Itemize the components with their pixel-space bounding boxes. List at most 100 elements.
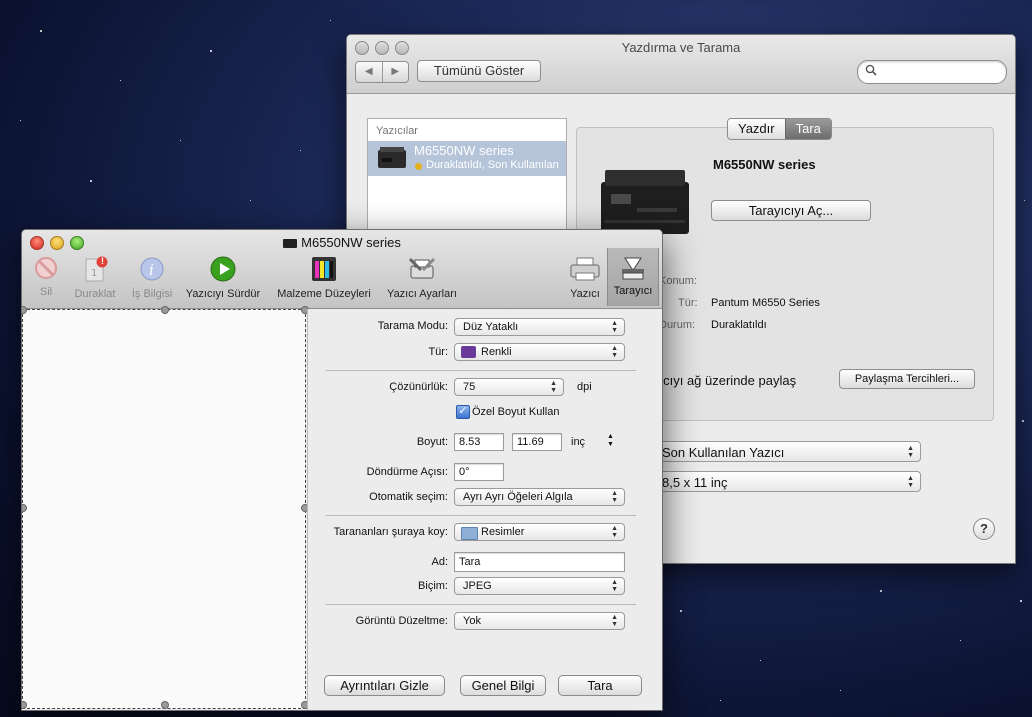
supply-levels-button[interactable]: Malzeme Düzeyleri <box>273 256 375 300</box>
updown-arrow-icon: ▲ ▼ <box>611 490 618 504</box>
custom-size-label[interactable]: Özel Boyut Kullan <box>472 406 559 418</box>
tab-print[interactable]: Yazdır <box>728 119 785 139</box>
job-info-label: İş Bilgisi <box>131 288 173 300</box>
updown-arrow-icon: ▲ ▼ <box>550 380 557 394</box>
crop-handle[interactable] <box>161 306 169 314</box>
resolution-label: Çözünürlük: <box>389 381 448 393</box>
share-printer-text[interactable]: yıcıyı ağ üzerinde paylaş <box>653 373 796 388</box>
printer-view-label: Yazıcı <box>570 288 600 300</box>
crop-handle[interactable] <box>22 701 27 709</box>
open-scanner-button[interactable]: Tarayıcıyı Aç... <box>711 200 871 221</box>
window-title: M6550NW series <box>301 235 401 250</box>
name-field[interactable]: Tara <box>454 552 625 572</box>
auto-select-label: Otomatik seçim: <box>369 491 448 503</box>
delete-label: Sil <box>39 286 53 298</box>
width-field[interactable]: 8.53 <box>454 433 504 451</box>
resolution-value: 75 <box>463 381 476 393</box>
info-icon: i <box>140 257 164 281</box>
scanner-name: M6550NW series <box>713 157 816 172</box>
scanner-view-label: Tarayıcı <box>613 285 653 297</box>
divider <box>326 604 636 605</box>
pause-badge: ! <box>101 256 104 266</box>
auto-select-value: Ayrı Ayrı Öğeleri Algıla <box>463 491 573 503</box>
nav-back-forward[interactable]: ◀ ▶ <box>355 61 409 83</box>
svg-text:1: 1 <box>91 268 97 279</box>
printer-status: Duraklatıldı, Son Kullanılan <box>426 159 559 171</box>
folder-icon <box>461 527 478 540</box>
resume-printer-button[interactable]: Yazıcıyı Sürdür <box>182 256 264 300</box>
resolution-unit: dpi <box>577 381 592 393</box>
scan-mode-label: Tarama Modu: <box>377 320 448 332</box>
play-icon <box>210 256 236 282</box>
status-dot <box>415 163 422 170</box>
updown-arrow-icon: ▲ ▼ <box>611 525 618 539</box>
scanner-view-button[interactable]: Tarayıcı <box>607 248 659 306</box>
printer-view-button[interactable]: Yazıcı <box>568 256 602 300</box>
size-unit: inç <box>571 436 586 448</box>
default-printer-popup[interactable]: Son Kullanılan Yazıcı ▲ ▼ <box>653 441 921 462</box>
auto-select-popup[interactable]: Ayrı Ayrı Öğeleri Algıla ▲ ▼ <box>454 488 625 506</box>
crop-handle[interactable] <box>22 504 27 512</box>
height-field[interactable]: 11.69 <box>512 433 562 451</box>
window-title: Yazdırma ve Tarama <box>621 40 741 55</box>
delete-button[interactable]: Sil <box>34 256 58 298</box>
scan-button[interactable]: Tara <box>558 675 642 696</box>
pause-label: Duraklat <box>74 288 116 300</box>
scan-preview-area[interactable] <box>22 306 309 709</box>
updown-arrow-icon: ▲ ▼ <box>611 614 618 628</box>
format-label: Biçim: <box>418 580 448 592</box>
hide-details-button[interactable]: Ayrıntıları Gizle <box>324 675 445 696</box>
printer-icon <box>378 147 406 168</box>
printer-image <box>601 170 689 234</box>
updown-arrow-icon: ▲ ▼ <box>611 345 618 359</box>
kind-popup[interactable]: Renkli ▲ ▼ <box>454 343 625 361</box>
help-button[interactable]: ? <box>973 518 995 540</box>
format-popup[interactable]: JPEG ▲ ▼ <box>454 577 625 595</box>
forward-arrow-icon[interactable]: ▶ <box>383 62 409 82</box>
location-label: Konum: <box>659 275 697 287</box>
destination-popup[interactable]: Resimler ▲ ▼ <box>454 523 625 541</box>
tab-scan[interactable]: Tara <box>784 119 831 139</box>
printer-list: Yazıcılar M6550NW series Duraklatıldı, S… <box>367 118 567 240</box>
ink-levels-icon <box>312 257 336 281</box>
job-info-button[interactable]: i İş Bilgisi <box>126 256 178 300</box>
updown-arrow-icon: ▲ ▼ <box>611 320 618 334</box>
destination-value: Resimler <box>481 526 525 538</box>
scan-mode-popup[interactable]: Düz Yataklı ▲ ▼ <box>454 318 625 336</box>
image-correction-label: Görüntü Düzeltme: <box>355 615 448 627</box>
image-correction-value: Yok <box>463 615 481 627</box>
format-value: JPEG <box>463 580 492 592</box>
divider <box>326 370 636 371</box>
paper-size-value: 8,5 x 11 inç <box>662 475 728 490</box>
size-unit-stepper-icon[interactable]: ▲ ▼ <box>607 433 614 449</box>
crop-handle[interactable] <box>161 701 169 709</box>
resolution-popup[interactable]: 75 ▲ ▼ <box>454 378 564 396</box>
status-label: Durum: <box>659 319 696 331</box>
back-arrow-icon[interactable]: ◀ <box>356 62 383 82</box>
rotation-field[interactable]: 0° <box>454 463 504 481</box>
printer-small-icon <box>283 239 298 249</box>
crop-handle[interactable] <box>22 306 27 314</box>
printer-settings-button[interactable]: Yazıcı Ayarları <box>383 256 461 300</box>
show-all-button[interactable]: Tümünü Göster <box>417 60 541 82</box>
size-label: Boyut: <box>416 436 448 448</box>
print-scan-tabs[interactable]: Yazdır Tara <box>727 118 832 140</box>
overview-button[interactable]: Genel Bilgi <box>460 675 546 696</box>
kind-label: Tür: <box>678 297 698 309</box>
updown-arrow-icon: ▲ ▼ <box>907 444 914 459</box>
pause-button[interactable]: 1 ! Duraklat <box>72 256 118 300</box>
sharing-preferences-button[interactable]: Paylaşma Tercihleri... <box>839 369 975 389</box>
rotation-label: Döndürme Açısı: <box>366 466 448 478</box>
svg-text:i: i <box>149 261 154 279</box>
custom-size-checkbox[interactable]: ✓ <box>456 405 470 419</box>
default-printer-value: Son Kullanılan Yazıcı <box>662 445 785 460</box>
name-label: Ad: <box>431 556 448 568</box>
image-correction-popup[interactable]: Yok ▲ ▼ <box>454 612 625 630</box>
no-entry-icon <box>35 257 57 279</box>
paper-size-popup[interactable]: 8,5 x 11 inç ▲ ▼ <box>653 471 921 492</box>
search-field[interactable] <box>857 60 1007 84</box>
title-bar: Yazdırma ve Tarama ◀ ▶ Tümünü Göster <box>347 35 1015 94</box>
divider <box>326 515 636 516</box>
resume-printer-label: Yazıcıyı Sürdür <box>185 288 261 300</box>
printer-list-item[interactable]: M6550NW series Duraklatıldı, Son Kullanı… <box>368 141 566 176</box>
